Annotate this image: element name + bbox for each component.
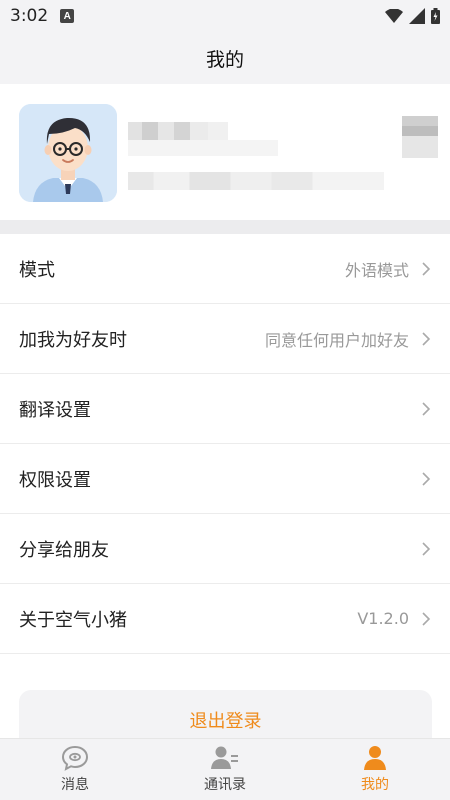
chevron-right-icon bbox=[422, 541, 431, 556]
settings-row-friend-request[interactable]: 加我为好友时 同意任何用户加好友 bbox=[0, 304, 450, 374]
chevron-right-icon bbox=[422, 331, 431, 346]
logout-area: 退出登录 bbox=[0, 690, 450, 750]
avatar[interactable] bbox=[19, 104, 117, 202]
settings-row-translation[interactable]: 翻译设置 bbox=[0, 374, 450, 444]
bottom-tab-bar: 消息 通讯录 我的 bbox=[0, 738, 450, 800]
chevron-right-icon bbox=[422, 401, 431, 416]
tab-label: 通讯录 bbox=[204, 777, 246, 793]
status-icons bbox=[385, 8, 440, 24]
tab-mine[interactable]: 我的 bbox=[300, 739, 450, 800]
settings-row-label: 加我为好友时 bbox=[19, 329, 127, 351]
avatar-illustration bbox=[19, 104, 117, 202]
tab-label: 消息 bbox=[61, 777, 89, 793]
chat-bubble-icon bbox=[61, 745, 89, 771]
settings-row-mode[interactable]: 模式 外语模式 bbox=[0, 234, 450, 304]
notification-a-icon: A bbox=[60, 9, 75, 23]
chevron-right-icon bbox=[422, 261, 431, 276]
blurred-qr-code[interactable] bbox=[402, 116, 438, 158]
settings-row-value: 同意任何用户加好友 bbox=[264, 330, 409, 350]
battery-icon bbox=[431, 8, 440, 24]
settings-row-label: 分享给朋友 bbox=[19, 539, 109, 561]
tab-label: 我的 bbox=[361, 777, 389, 793]
settings-row-label: 关于空气小猪 bbox=[19, 609, 127, 631]
status-time: 3:02 bbox=[10, 6, 49, 26]
settings-row-about[interactable]: 关于空气小猪 V1.2.0 bbox=[0, 584, 450, 654]
settings-list: 模式 外语模式 加我为好友时 同意任何用户加好友 翻译设置 权限设置 分享给朋友… bbox=[0, 234, 450, 654]
profile-card[interactable] bbox=[0, 84, 450, 220]
tab-contacts[interactable]: 通讯录 bbox=[150, 739, 300, 800]
user-icon bbox=[364, 746, 386, 770]
status-bar: 3:02 A bbox=[0, 0, 450, 32]
contacts-icon bbox=[211, 746, 238, 769]
settings-row-label: 模式 bbox=[19, 259, 55, 281]
wifi-icon bbox=[385, 9, 403, 23]
signal-icon bbox=[409, 8, 425, 24]
chevron-right-icon bbox=[422, 471, 431, 486]
page-header: 我的 bbox=[0, 32, 450, 84]
settings-row-share[interactable]: 分享给朋友 bbox=[0, 514, 450, 584]
chevron-right-icon bbox=[422, 611, 431, 626]
settings-row-permissions[interactable]: 权限设置 bbox=[0, 444, 450, 514]
app-version: V1.2.0 bbox=[357, 609, 409, 628]
settings-row-label: 翻译设置 bbox=[19, 399, 91, 421]
list-spacer bbox=[0, 654, 450, 690]
settings-row-value: 外语模式 bbox=[344, 260, 409, 280]
tab-messages[interactable]: 消息 bbox=[0, 739, 150, 800]
page-title: 我的 bbox=[205, 48, 244, 71]
settings-row-label: 权限设置 bbox=[19, 469, 91, 491]
section-divider bbox=[0, 220, 450, 234]
